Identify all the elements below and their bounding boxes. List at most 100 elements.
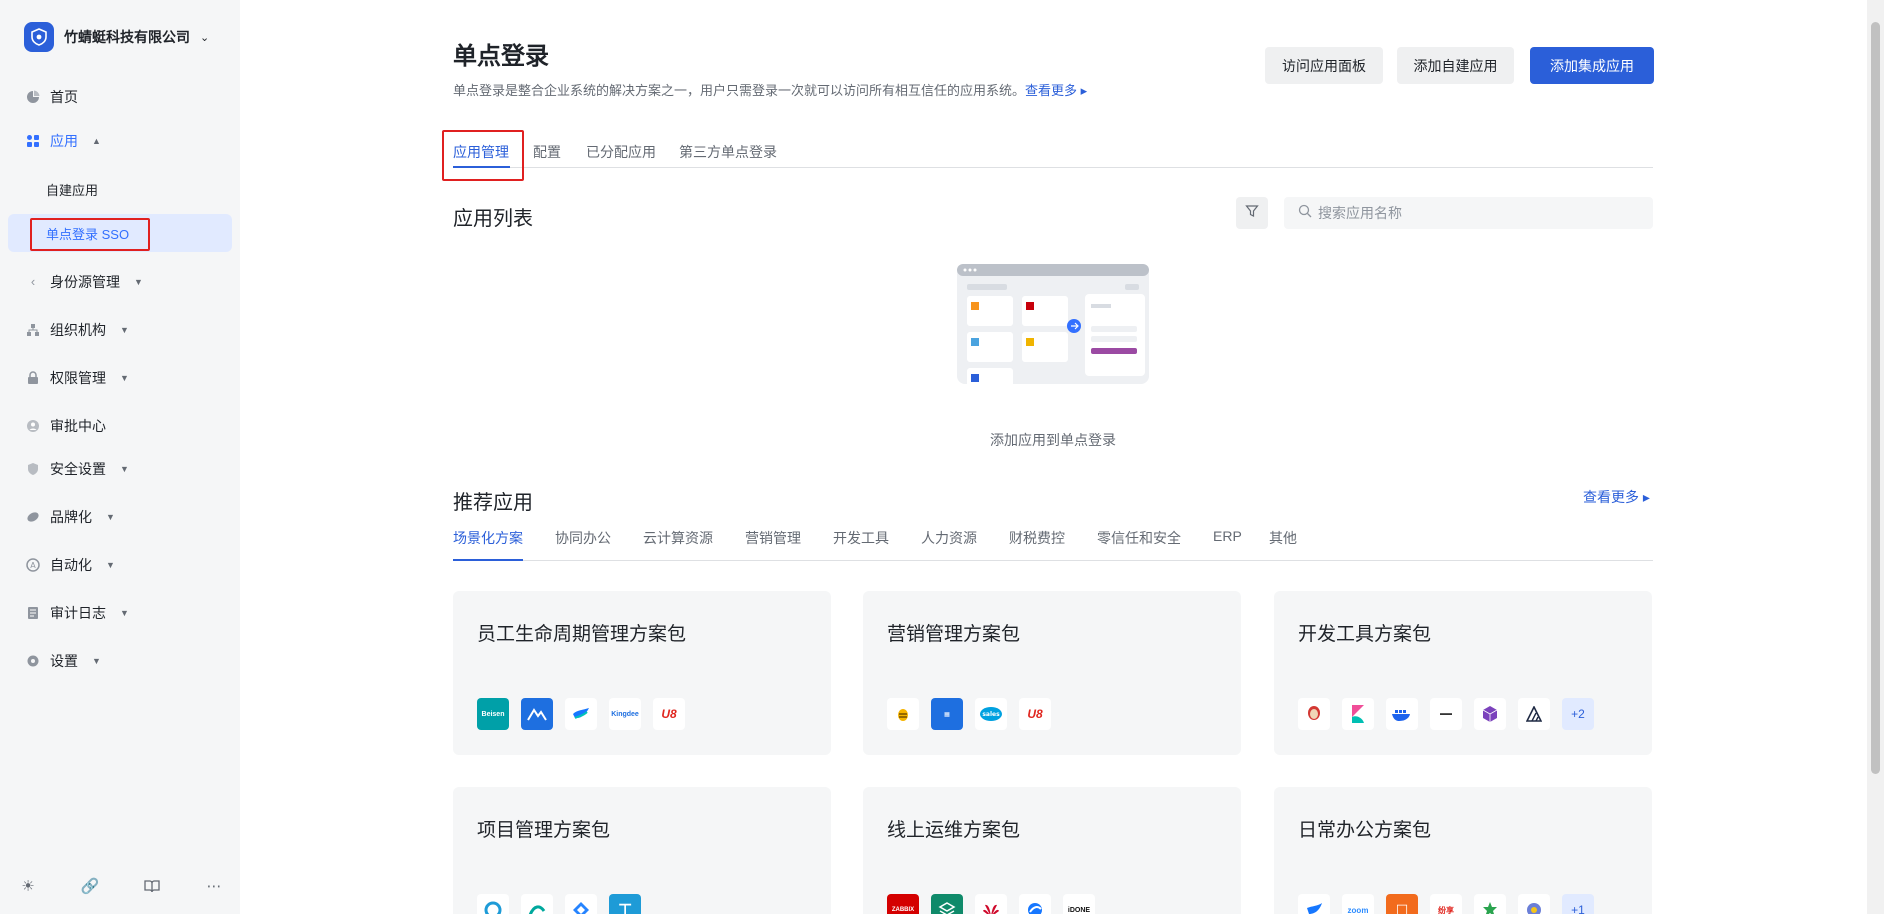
sidebar-item-security[interactable]: 安全设置 ▼ bbox=[0, 452, 240, 486]
tab-other[interactable]: 其他 bbox=[1269, 528, 1297, 548]
page-scrollbar[interactable] bbox=[1867, 0, 1884, 914]
apps-icon bbox=[26, 134, 40, 148]
tab-cloud[interactable]: 云计算资源 bbox=[643, 528, 713, 548]
chevron-down-icon: ▼ bbox=[106, 512, 115, 522]
empty-state-text: 添加应用到单点登录 bbox=[990, 432, 1116, 448]
solution-card[interactable]: 项目管理方案包 ⊤ bbox=[453, 787, 831, 914]
recommended-title: 推荐应用 bbox=[453, 492, 533, 514]
sidebar-item-settings[interactable]: 设置 ▼ bbox=[0, 644, 240, 678]
swoosh-app-icon bbox=[1019, 894, 1051, 914]
sidebar-subitem-label: 单点登录 SSO bbox=[46, 226, 130, 242]
cube-app-icon bbox=[1474, 698, 1506, 730]
org-switcher[interactable]: 竹蜻蜓科技有限公司 ⌄ bbox=[24, 22, 209, 52]
robot-icon: A bbox=[26, 558, 40, 572]
card-title: 日常办公方案包 bbox=[1298, 820, 1432, 841]
huawei-icon bbox=[975, 894, 1007, 914]
kingdee-icon: Kingdee bbox=[609, 698, 641, 730]
card-title: 营销管理方案包 bbox=[887, 624, 1021, 645]
fenxiang-icon: 纷享 bbox=[1430, 894, 1462, 914]
document-icon bbox=[26, 606, 40, 620]
sidebar-footer: ☀ 🔗 ⋯ bbox=[18, 876, 224, 896]
teal-app-icon bbox=[521, 894, 553, 914]
recommended-view-more-link[interactable]: 查看更多 ▸ bbox=[1583, 487, 1650, 507]
chevron-down-icon: ▼ bbox=[120, 325, 129, 335]
solution-card[interactable]: 线上运维方案包 ZABBIX iDONE bbox=[863, 787, 1241, 914]
brush-icon bbox=[26, 510, 40, 524]
shield-icon bbox=[26, 462, 40, 476]
sidebar-item-label: 身份源管理 bbox=[50, 274, 120, 290]
sidebar-item-label: 审计日志 bbox=[50, 605, 106, 621]
share-icon: ‹ bbox=[30, 274, 36, 289]
orange-app-icon: ☐ bbox=[1386, 894, 1418, 914]
card-app-icons: ZABBIX iDONE bbox=[887, 894, 1095, 914]
chevron-down-icon: ⌄ bbox=[200, 31, 210, 44]
sidebar-item-branding[interactable]: 品牌化 ▼ bbox=[0, 500, 240, 534]
svg-text:A: A bbox=[30, 561, 36, 570]
triangle-app-icon bbox=[1518, 698, 1550, 730]
more-apps-badge: +2 bbox=[1562, 698, 1594, 730]
sidebar-subitem-self-built[interactable]: 自建应用 bbox=[8, 170, 232, 208]
solution-card[interactable]: 员工生命周期管理方案包 Beisen Kingdee U8 bbox=[453, 591, 831, 755]
org-tree-icon bbox=[26, 323, 40, 337]
chevron-down-icon: ▼ bbox=[92, 656, 101, 666]
scrollbar-thumb[interactable] bbox=[1871, 22, 1880, 774]
tab-dev-tools[interactable]: 开发工具 bbox=[833, 528, 889, 548]
jenkins-icon bbox=[1298, 698, 1330, 730]
org-name: 竹蜻蜓科技有限公司 bbox=[64, 29, 190, 45]
sidebar-item-audit-log[interactable]: 审计日志 ▼ bbox=[0, 596, 240, 630]
sidebar-item-org[interactable]: 组织机构 ▼ bbox=[0, 313, 240, 347]
link-icon[interactable]: 🔗 bbox=[80, 876, 100, 896]
idone-icon: iDONE bbox=[1063, 894, 1095, 914]
mountain-app-icon bbox=[521, 698, 553, 730]
sidebar-item-approval[interactable]: 审批中心 bbox=[0, 409, 240, 443]
sidebar-item-label: 安全设置 bbox=[50, 461, 106, 477]
orbit-app-icon bbox=[1518, 894, 1550, 914]
category-active-indicator bbox=[453, 559, 523, 561]
more-apps-badge: +1 bbox=[1562, 894, 1594, 914]
salesforce-icon: sales bbox=[975, 698, 1007, 730]
wordmark-app-icon: ▬▬ bbox=[1430, 698, 1462, 730]
chevron-down-icon: ▼ bbox=[120, 608, 129, 618]
sidebar-item-label: 品牌化 bbox=[50, 509, 92, 525]
card-app-icons: ▦ sales U8 bbox=[887, 698, 1051, 730]
solution-card[interactable]: 日常办公方案包 zoom ☐ 纷享 +1 bbox=[1274, 787, 1652, 914]
tab-hr[interactable]: 人力资源 bbox=[921, 528, 977, 548]
tab-scenario[interactable]: 场景化方案 bbox=[453, 528, 523, 548]
bird-app-icon bbox=[565, 698, 597, 730]
leaf-app-icon bbox=[1474, 894, 1506, 914]
tab-collaboration[interactable]: 协同办公 bbox=[555, 528, 611, 548]
bulb-icon[interactable]: ☀ bbox=[18, 876, 38, 896]
category-tabs: 场景化方案 协同办公 云计算资源 营销管理 开发工具 人力资源 财税费控 零信任… bbox=[453, 528, 1653, 561]
gear-icon bbox=[26, 654, 40, 668]
solution-card[interactable]: 营销管理方案包 ▦ sales U8 bbox=[863, 591, 1241, 755]
tab-finance[interactable]: 财税费控 bbox=[1009, 528, 1065, 548]
solution-card[interactable]: 开发工具方案包 ▬▬ +2 bbox=[1274, 591, 1652, 755]
tab-marketing[interactable]: 营销管理 bbox=[745, 528, 801, 548]
sidebar-item-identity-source[interactable]: ‹ 身份源管理 ▼ bbox=[0, 265, 240, 299]
org-logo bbox=[24, 22, 54, 52]
chevron-down-icon: ▼ bbox=[120, 464, 129, 474]
user-circle-icon bbox=[26, 419, 40, 433]
salesforce-label: sales bbox=[982, 711, 1000, 718]
tab-zero-trust[interactable]: 零信任和安全 bbox=[1097, 528, 1181, 548]
u8-icon: U8 bbox=[1019, 698, 1051, 730]
sidebar-item-permission[interactable]: 权限管理 ▼ bbox=[0, 361, 240, 395]
kibana-icon bbox=[1342, 698, 1374, 730]
sidebar-item-apps[interactable]: 应用 ▲ bbox=[0, 124, 240, 158]
tab-erp[interactable]: ERP bbox=[1213, 528, 1242, 544]
sidebar-subitem-sso[interactable]: 单点登录 SSO bbox=[8, 214, 232, 252]
zoom-icon: zoom bbox=[1342, 894, 1374, 914]
t-app-icon: ⊤ bbox=[609, 894, 641, 914]
book-icon[interactable] bbox=[142, 876, 162, 896]
u8-icon: U8 bbox=[653, 698, 685, 730]
docker-icon bbox=[1386, 698, 1418, 730]
more-icon[interactable]: ⋯ bbox=[204, 876, 224, 896]
jira-icon bbox=[565, 894, 597, 914]
empty-state: 添加应用到单点登录 bbox=[453, 0, 1653, 460]
pie-chart-icon bbox=[26, 90, 40, 104]
sidebar-item-automation[interactable]: A 自动化 ▼ bbox=[0, 548, 240, 582]
zabbix-icon: ZABBIX bbox=[887, 894, 919, 914]
sidebar-item-label: 首页 bbox=[50, 89, 78, 105]
sidebar-item-label: 应用 bbox=[50, 133, 78, 149]
sidebar-item-home[interactable]: 首页 bbox=[0, 80, 240, 114]
